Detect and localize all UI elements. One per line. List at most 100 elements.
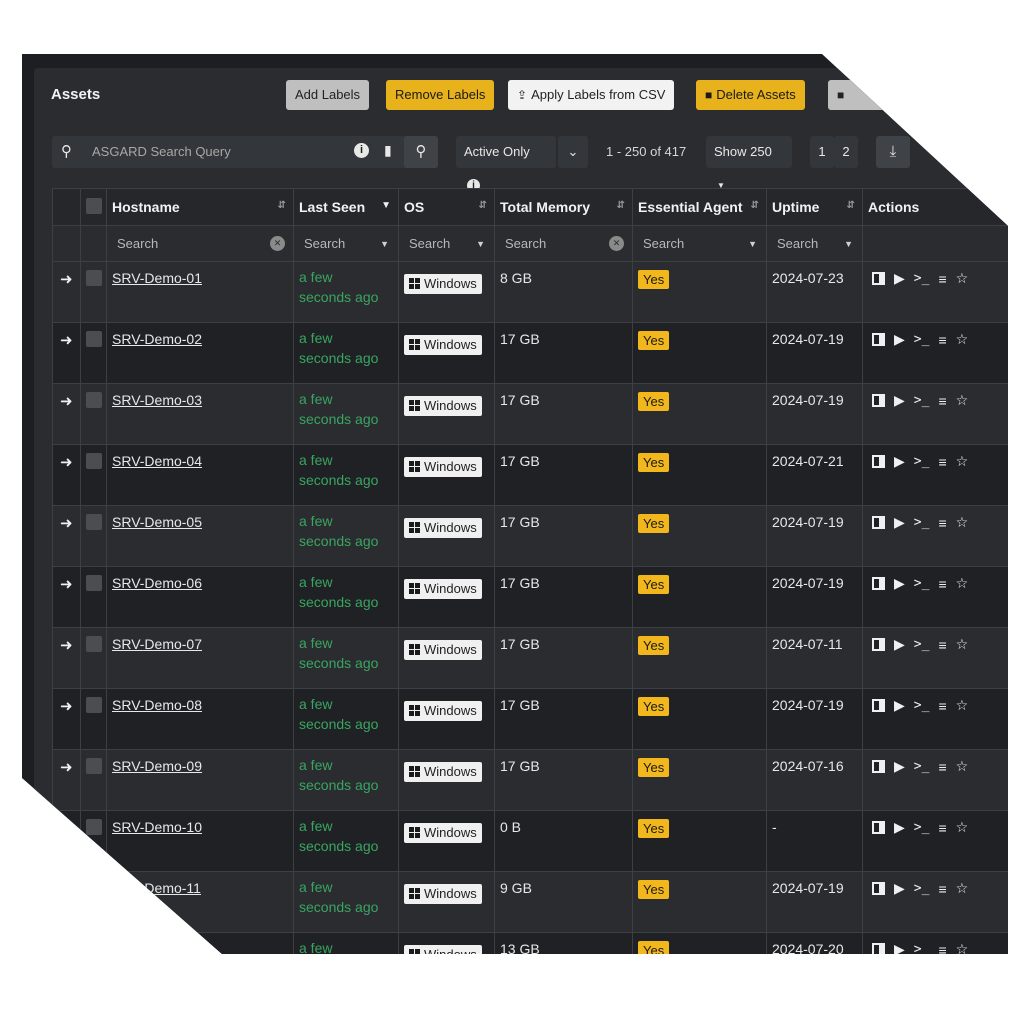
- last-seen-filter[interactable]: Search ▼: [293, 225, 399, 262]
- expand-arrow-icon[interactable]: ➜: [58, 698, 73, 715]
- chart-icon[interactable]: ≡: [938, 698, 946, 714]
- play-icon[interactable]: ▶: [894, 636, 905, 653]
- sort-icon[interactable]: ⇵: [278, 200, 286, 211]
- details-icon[interactable]: [872, 333, 885, 346]
- details-icon[interactable]: [872, 943, 885, 954]
- terminal-icon[interactable]: >_: [914, 759, 930, 774]
- essential-agent-header[interactable]: Essential Agent ⇵: [632, 188, 767, 226]
- delete-assets-button[interactable]: ■ Delete Assets: [696, 80, 805, 110]
- expand-arrow-icon[interactable]: ➜: [58, 576, 73, 593]
- more-actions-button[interactable]: ■: [828, 80, 888, 110]
- details-icon[interactable]: [872, 699, 885, 712]
- active-filter-dropdown[interactable]: ⌄: [558, 136, 588, 168]
- star-icon[interactable]: ☆: [956, 636, 969, 653]
- chart-icon[interactable]: ≡: [938, 637, 946, 653]
- star-icon[interactable]: ☆: [956, 331, 969, 348]
- play-icon[interactable]: ▶: [894, 575, 905, 592]
- page-2-button[interactable]: 2: [834, 136, 858, 168]
- show-count-select[interactable]: Show 250 ▼: [706, 136, 792, 190]
- details-icon[interactable]: [872, 821, 885, 834]
- hostname-link[interactable]: SRV-Demo-09: [112, 758, 202, 774]
- terminal-icon[interactable]: >_: [914, 637, 930, 652]
- details-icon[interactable]: [872, 577, 885, 590]
- search-submit-button[interactable]: ⚲: [404, 136, 438, 168]
- table-row[interactable]: ➜ SRV-Demo-11 a few seconds ago Windows 9…: [52, 871, 1008, 933]
- table-row[interactable]: ➜ SRV-Demo-07 a few seconds ago Windows 1…: [52, 627, 1008, 689]
- memory-filter[interactable]: Search ✕: [494, 225, 633, 262]
- row-checkbox[interactable]: [86, 514, 102, 530]
- apply-labels-csv-button[interactable]: ⇪ Apply Labels from CSV: [508, 80, 675, 110]
- star-icon[interactable]: ☆: [956, 697, 969, 714]
- star-icon[interactable]: ☆: [956, 941, 969, 954]
- details-icon[interactable]: [872, 272, 885, 285]
- chart-icon[interactable]: ≡: [938, 271, 946, 287]
- chart-icon[interactable]: ≡: [938, 759, 946, 775]
- select-all-checkbox[interactable]: [86, 197, 102, 214]
- chart-icon[interactable]: ≡: [938, 332, 946, 348]
- expand-arrow-icon[interactable]: ➜: [58, 637, 73, 654]
- download-button[interactable]: ⤓: [876, 136, 910, 168]
- add-labels-button[interactable]: Add Labels: [286, 80, 370, 110]
- details-icon[interactable]: [872, 394, 885, 407]
- sort-icon[interactable]: ⇵: [847, 200, 855, 211]
- row-checkbox[interactable]: [86, 941, 102, 954]
- play-icon[interactable]: ▶: [894, 758, 905, 775]
- hostname-link[interactable]: SRV-Demo-10: [112, 819, 202, 835]
- row-checkbox[interactable]: [86, 758, 102, 774]
- hostname-link[interactable]: SRV-Demo-01: [112, 270, 202, 286]
- star-icon[interactable]: ☆: [956, 575, 969, 592]
- expand-arrow-icon[interactable]: ➜: [58, 759, 73, 776]
- terminal-icon[interactable]: >_: [914, 820, 930, 835]
- play-icon[interactable]: ▶: [894, 514, 905, 531]
- terminal-icon[interactable]: >_: [914, 576, 930, 591]
- chart-icon[interactable]: ≡: [938, 515, 946, 531]
- table-row[interactable]: ➜ SRV-Demo-02 a few seconds ago Windows 1…: [52, 322, 1008, 384]
- expand-arrow-icon[interactable]: ➜: [58, 332, 73, 349]
- terminal-icon[interactable]: >_: [914, 454, 930, 469]
- row-checkbox[interactable]: [86, 453, 102, 469]
- info-icon[interactable]: i: [354, 143, 369, 158]
- clear-filter-icon[interactable]: ✕: [270, 236, 285, 251]
- play-icon[interactable]: ▶: [894, 270, 905, 287]
- star-icon[interactable]: ☆: [956, 270, 969, 287]
- terminal-icon[interactable]: >_: [914, 698, 930, 713]
- table-row[interactable]: ➜ SRV-Demo-10 a few seconds ago Windows 0…: [52, 810, 1008, 872]
- star-icon[interactable]: ☆: [956, 880, 969, 897]
- terminal-icon[interactable]: >_: [914, 393, 930, 408]
- sort-desc-icon[interactable]: ▼: [381, 200, 391, 211]
- search-query-field[interactable]: ⚲ ASGARD Search Query i ▮ ⚲: [52, 136, 438, 168]
- hostname-link[interactable]: SRV-Demo-05: [112, 514, 202, 530]
- hostname-header[interactable]: Hostname ⇵: [106, 188, 294, 226]
- chart-icon[interactable]: ≡: [938, 820, 946, 836]
- play-icon[interactable]: ▶: [894, 697, 905, 714]
- terminal-icon[interactable]: >_: [914, 271, 930, 286]
- hostname-link[interactable]: SRV-Demo-06: [112, 575, 202, 591]
- row-checkbox[interactable]: [86, 636, 102, 652]
- play-icon[interactable]: ▶: [894, 392, 905, 409]
- chart-icon[interactable]: ≡: [938, 393, 946, 409]
- row-checkbox[interactable]: [86, 270, 102, 286]
- clipboard-icon[interactable]: ▮: [384, 142, 392, 159]
- row-checkbox[interactable]: [86, 331, 102, 347]
- table-row[interactable]: ➜ SRV-Demo-06 a few seconds ago Windows 1…: [52, 566, 1008, 628]
- sort-icon[interactable]: ⇵: [617, 200, 625, 211]
- play-icon[interactable]: ▶: [894, 819, 905, 836]
- expand-arrow-icon[interactable]: ➜: [58, 393, 73, 410]
- table-row[interactable]: ➜ SRV-Demo-12 a fewseconds ago Windows 1…: [52, 932, 1008, 955]
- star-icon[interactable]: ☆: [956, 392, 969, 409]
- hostname-link[interactable]: SRV-Demo-08: [112, 697, 202, 713]
- expand-arrow-icon[interactable]: ➜: [58, 271, 73, 288]
- terminal-icon[interactable]: >_: [914, 515, 930, 530]
- terminal-icon[interactable]: >_: [914, 332, 930, 347]
- star-icon[interactable]: ☆: [956, 758, 969, 775]
- details-icon[interactable]: [872, 882, 885, 895]
- expand-arrow-icon[interactable]: ➜: [58, 454, 73, 471]
- details-icon[interactable]: [872, 760, 885, 773]
- chart-icon[interactable]: ≡: [938, 942, 946, 955]
- uptime-header[interactable]: Uptime ⇵: [766, 188, 863, 226]
- os-header[interactable]: OS ⇵: [398, 188, 495, 226]
- active-filter-select[interactable]: Active Only i: [456, 136, 556, 192]
- details-icon[interactable]: [872, 455, 885, 468]
- expand-arrow-icon[interactable]: ➜: [58, 942, 73, 954]
- table-row[interactable]: ➜ SRV-Demo-04 a few seconds ago Windows 1…: [52, 444, 1008, 506]
